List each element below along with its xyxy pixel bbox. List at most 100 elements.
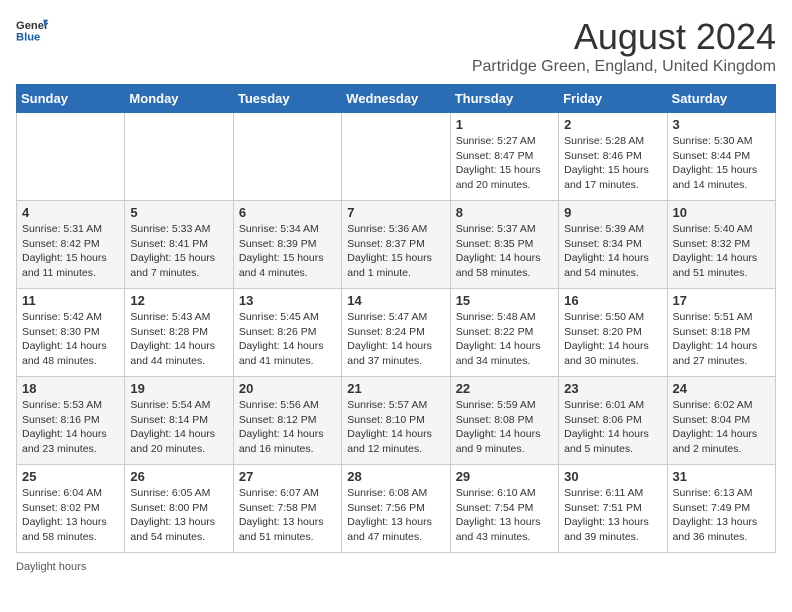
week-row-2: 4 Sunrise: 5:31 AMSunset: 8:42 PMDaylight… [17,201,776,289]
day-number: 12 [130,293,227,308]
day-number: 20 [239,381,336,396]
weekday-sunday: Sunday [17,85,125,113]
calendar-cell: 1Sunrise: 5:27 AMSunset: 8:47 PMDaylight… [450,113,558,201]
calendar-cell: 28Sunrise: 6:08 AMSunset: 7:56 PMDayligh… [342,465,450,553]
calendar-cell: 10 Sunrise: 5:40 AMSunset: 8:32 PMDayligh… [667,201,775,289]
calendar-cell: 29 Sunrise: 6:10 AMSunset: 7:54 PMDayligh… [450,465,558,553]
title-block: August 2024 Partridge Green, England, Un… [472,16,776,76]
day-info: Sunrise: 5:57 AMSunset: 8:10 PMDaylight:… [347,398,444,457]
weekday-wednesday: Wednesday [342,85,450,113]
day-number: 7 [347,205,444,220]
day-number: 4 [22,205,119,220]
weekday-friday: Friday [559,85,667,113]
calendar-cell: 17Sunrise: 5:51 AMSunset: 8:18 PMDayligh… [667,289,775,377]
logo-icon: General Blue [16,16,48,44]
day-number: 5 [130,205,227,220]
day-info: Sunrise: 5:39 AMSunset: 8:34 PMDaylight:… [564,222,661,281]
day-info: Sunrise: 5:42 AMSunset: 8:30 PMDaylight:… [22,310,119,369]
calendar-cell: 9 Sunrise: 5:39 AMSunset: 8:34 PMDaylight… [559,201,667,289]
day-info: Sunrise: 5:51 AMSunset: 8:18 PMDaylight:… [673,310,770,369]
week-row-1: 1Sunrise: 5:27 AMSunset: 8:47 PMDaylight… [17,113,776,201]
svg-text:Blue: Blue [16,31,40,43]
calendar-cell: 16 Sunrise: 5:50 AMSunset: 8:20 PMDayligh… [559,289,667,377]
day-info: Sunrise: 6:05 AMSunset: 8:00 PMDaylight:… [130,486,227,545]
day-info: Sunrise: 5:28 AMSunset: 8:46 PMDaylight:… [564,134,661,193]
day-number: 27 [239,469,336,484]
calendar-body: 1Sunrise: 5:27 AMSunset: 8:47 PMDaylight… [17,113,776,553]
calendar-cell: 23Sunrise: 6:01 AMSunset: 8:06 PMDayligh… [559,377,667,465]
calendar-header: SundayMondayTuesdayWednesdayThursdayFrid… [17,85,776,113]
day-info: Sunrise: 6:04 AMSunset: 8:02 PMDaylight:… [22,486,119,545]
day-number: 9 [564,205,661,220]
calendar-cell: 24Sunrise: 6:02 AMSunset: 8:04 PMDayligh… [667,377,775,465]
day-info: Sunrise: 5:59 AMSunset: 8:08 PMDaylight:… [456,398,553,457]
day-info: Sunrise: 6:10 AMSunset: 7:54 PMDaylight:… [456,486,553,545]
calendar-cell: 30 Sunrise: 6:11 AMSunset: 7:51 PMDayligh… [559,465,667,553]
calendar-table: SundayMondayTuesdayWednesdayThursdayFrid… [16,84,776,553]
calendar-cell [342,113,450,201]
day-number: 10 [673,205,770,220]
day-info: Sunrise: 6:02 AMSunset: 8:04 PMDaylight:… [673,398,770,457]
day-number: 18 [22,381,119,396]
page-header: General Blue August 2024 Partridge Green… [16,16,776,76]
day-number: 29 [456,469,553,484]
calendar-cell: 14 Sunrise: 5:47 AMSunset: 8:24 PMDayligh… [342,289,450,377]
day-number: 30 [564,469,661,484]
day-info: Sunrise: 5:27 AMSunset: 8:47 PMDaylight:… [456,134,553,193]
day-number: 2 [564,117,661,132]
day-info: Sunrise: 5:45 AMSunset: 8:26 PMDaylight:… [239,310,336,369]
week-row-5: 25 Sunrise: 6:04 AMSunset: 8:02 PMDayligh… [17,465,776,553]
day-info: Sunrise: 5:43 AMSunset: 8:28 PMDaylight:… [130,310,227,369]
calendar-cell: 2 Sunrise: 5:28 AMSunset: 8:46 PMDaylight… [559,113,667,201]
day-info: Sunrise: 5:50 AMSunset: 8:20 PMDaylight:… [564,310,661,369]
week-row-3: 11 Sunrise: 5:42 AMSunset: 8:30 PMDayligh… [17,289,776,377]
day-number: 16 [564,293,661,308]
day-info: Sunrise: 6:11 AMSunset: 7:51 PMDaylight:… [564,486,661,545]
calendar-cell: 8Sunrise: 5:37 AMSunset: 8:35 PMDaylight… [450,201,558,289]
calendar-cell: 6Sunrise: 5:34 AMSunset: 8:39 PMDaylight… [233,201,341,289]
week-row-4: 18 Sunrise: 5:53 AMSunset: 8:16 PMDayligh… [17,377,776,465]
calendar-cell [125,113,233,201]
calendar-cell: 18 Sunrise: 5:53 AMSunset: 8:16 PMDayligh… [17,377,125,465]
day-number: 22 [456,381,553,396]
day-info: Sunrise: 5:47 AMSunset: 8:24 PMDaylight:… [347,310,444,369]
weekday-monday: Monday [125,85,233,113]
day-info: Sunrise: 5:33 AMSunset: 8:41 PMDaylight:… [130,222,227,281]
calendar-cell: 31 Sunrise: 6:13 AMSunset: 7:49 PMDayligh… [667,465,775,553]
calendar-cell: 4 Sunrise: 5:31 AMSunset: 8:42 PMDaylight… [17,201,125,289]
day-number: 26 [130,469,227,484]
day-number: 8 [456,205,553,220]
day-info: Sunrise: 6:13 AMSunset: 7:49 PMDaylight:… [673,486,770,545]
weekday-thursday: Thursday [450,85,558,113]
location: Partridge Green, England, United Kingdom [472,58,776,76]
day-info: Sunrise: 5:40 AMSunset: 8:32 PMDaylight:… [673,222,770,281]
day-number: 28 [347,469,444,484]
day-number: 13 [239,293,336,308]
day-number: 11 [22,293,119,308]
calendar-cell: 19Sunrise: 5:54 AMSunset: 8:14 PMDayligh… [125,377,233,465]
day-number: 15 [456,293,553,308]
calendar-cell: 26 Sunrise: 6:05 AMSunset: 8:00 PMDayligh… [125,465,233,553]
calendar-cell: 7Sunrise: 5:36 AMSunset: 8:37 PMDaylight… [342,201,450,289]
day-info: Sunrise: 5:53 AMSunset: 8:16 PMDaylight:… [22,398,119,457]
calendar-cell: 21 Sunrise: 5:57 AMSunset: 8:10 PMDayligh… [342,377,450,465]
calendar-cell: 12 Sunrise: 5:43 AMSunset: 8:28 PMDayligh… [125,289,233,377]
calendar-cell [17,113,125,201]
day-number: 23 [564,381,661,396]
day-info: Sunrise: 5:48 AMSunset: 8:22 PMDaylight:… [456,310,553,369]
day-info: Sunrise: 6:07 AMSunset: 7:58 PMDaylight:… [239,486,336,545]
day-info: Sunrise: 5:56 AMSunset: 8:12 PMDaylight:… [239,398,336,457]
calendar-cell: 11 Sunrise: 5:42 AMSunset: 8:30 PMDayligh… [17,289,125,377]
day-info: Sunrise: 5:31 AMSunset: 8:42 PMDaylight:… [22,222,119,281]
day-number: 25 [22,469,119,484]
day-number: 21 [347,381,444,396]
day-number: 31 [673,469,770,484]
day-number: 3 [673,117,770,132]
calendar-cell: 20 Sunrise: 5:56 AMSunset: 8:12 PMDayligh… [233,377,341,465]
day-number: 19 [130,381,227,396]
day-number: 6 [239,205,336,220]
calendar-cell: 27 Sunrise: 6:07 AMSunset: 7:58 PMDayligh… [233,465,341,553]
logo: General Blue [16,16,48,44]
day-number: 14 [347,293,444,308]
calendar-cell: 13 Sunrise: 5:45 AMSunset: 8:26 PMDayligh… [233,289,341,377]
